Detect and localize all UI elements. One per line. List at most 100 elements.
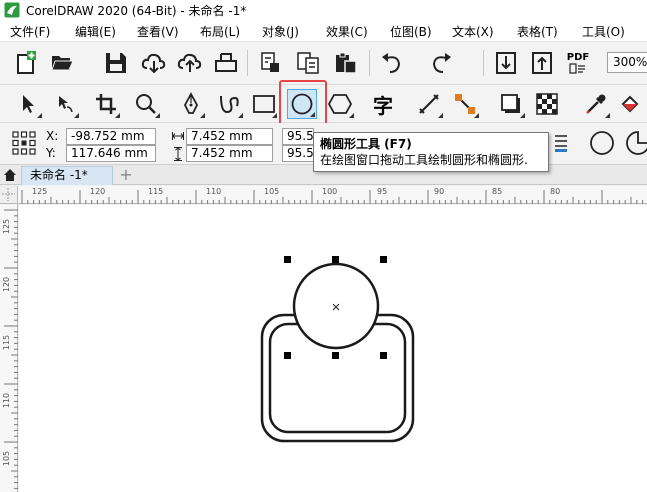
toolbar-separator <box>369 50 370 76</box>
menu-object[interactable]: 对象(J) <box>262 23 299 40</box>
menu-file[interactable]: 文件(F) <box>10 23 50 40</box>
rectangle-tool[interactable] <box>248 89 278 119</box>
menu-layout[interactable]: 布局(L) <box>200 23 240 40</box>
menu-view[interactable]: 查看(V) <box>137 23 179 40</box>
menu-edit[interactable]: 编辑(E) <box>75 23 116 40</box>
shape-tool-icon <box>59 96 73 113</box>
y-position-input[interactable]: 117.646 mm <box>66 145 156 162</box>
new-document-icon <box>17 51 36 74</box>
paste-button[interactable] <box>332 49 360 77</box>
cloud-upload-button[interactable] <box>176 49 204 77</box>
new-document-button[interactable] <box>12 49 40 77</box>
folder-icon <box>51 56 74 71</box>
connector-tool[interactable] <box>450 89 480 119</box>
undo-button[interactable] <box>377 49 405 77</box>
arrow-up-box-icon <box>532 52 552 74</box>
menu-bitmaps[interactable]: 位图(B) <box>390 23 432 40</box>
flyout-indicator-icon <box>115 113 120 118</box>
pdf-label: PDF <box>566 51 590 63</box>
export-button[interactable] <box>294 49 322 77</box>
height-icon <box>174 147 182 161</box>
menu-text[interactable]: 文本(X) <box>452 23 494 40</box>
selected-circle[interactable] <box>292 262 380 350</box>
scale-x-input[interactable]: 95.5 <box>282 128 314 145</box>
pdf-icon <box>569 62 585 74</box>
reference-point-icon[interactable] <box>12 131 36 155</box>
text-tool[interactable]: 字 <box>368 89 398 119</box>
import-button[interactable] <box>256 49 284 77</box>
flyout-indicator-icon <box>155 113 160 118</box>
ruler-origin-corner[interactable] <box>0 186 18 204</box>
document-tab[interactable]: 未命名 -1* <box>21 166 113 185</box>
flyout-indicator-icon <box>200 113 205 118</box>
flyout-indicator-icon <box>605 113 610 118</box>
redo-button[interactable] <box>428 49 456 77</box>
cloud-download-button[interactable] <box>140 49 168 77</box>
scale-y-input[interactable]: 95.5 <box>282 145 314 162</box>
ellipse-tool-highlight-frame <box>279 80 327 128</box>
checkerboard-icon <box>536 93 558 115</box>
width-icon <box>172 132 184 140</box>
home-icon <box>4 169 16 181</box>
publish-pdf-button[interactable]: PDF <box>564 49 592 77</box>
cloud-download-icon <box>141 53 166 74</box>
x-position-input[interactable]: -98.752 mm <box>66 128 156 145</box>
window-title: CorelDRAW 2020 (64-Bit) - 未命名 -1* <box>26 3 247 18</box>
pen-tool[interactable] <box>176 89 206 119</box>
ruler-v-label: 115 <box>2 334 12 351</box>
shape-tool[interactable] <box>50 89 80 119</box>
polygon-tool[interactable] <box>325 89 355 119</box>
ruler-v-label: 110 <box>2 392 12 409</box>
ruler-h-label: 110 <box>206 187 222 196</box>
open-button[interactable] <box>48 49 76 77</box>
flyout-indicator-icon <box>438 113 443 118</box>
ruler-h-label: 80 <box>550 187 561 196</box>
dimension-tool[interactable] <box>414 89 444 119</box>
x-label: X: <box>46 129 59 143</box>
pie-mode-icon <box>626 131 647 155</box>
menu-bar: 文件(F) 编辑(E) 查看(V) 布局(L) 对象(J) 效果(C) 位图(B… <box>0 20 647 42</box>
zoom-level-input[interactable]: 300% <box>607 52 647 73</box>
menu-table[interactable]: 表格(T) <box>517 23 558 40</box>
save-icon <box>106 53 126 73</box>
interactive-fill-tool[interactable] <box>615 89 645 119</box>
horizontal-ruler[interactable]: 125 120 115 110 105 100 95 90 85 80 <box>18 186 647 204</box>
flyout-indicator-icon <box>74 113 79 118</box>
print-button[interactable] <box>212 49 240 77</box>
drawing-canvas[interactable] <box>19 205 647 492</box>
ruler-h-label: 105 <box>264 187 280 196</box>
height-input[interactable]: 7.452 mm <box>186 145 273 162</box>
pie-mode-button[interactable] <box>624 129 647 157</box>
save-button[interactable] <box>102 49 130 77</box>
pick-tool[interactable] <box>13 89 43 119</box>
drop-shadow-tool[interactable] <box>496 89 526 119</box>
clipboard-icon <box>336 52 357 74</box>
arrow-cursor-icon <box>23 95 34 113</box>
coreldraw-window: CorelDRAW 2020 (64-Bit) - 未命名 -1* 文件(F) … <box>0 0 647 492</box>
crop-tool[interactable] <box>91 89 121 119</box>
welcome-home-tab[interactable] <box>0 165 20 185</box>
ellipse-tool-tooltip: 椭圆形工具 (F7) 在绘图窗口拖动工具绘制圆形和椭圆形. <box>313 132 549 172</box>
add-document-tab-button[interactable]: + <box>117 166 135 184</box>
ruler-origin-icon <box>2 188 15 201</box>
flyout-indicator-icon <box>474 113 479 118</box>
color-eyedropper-tool[interactable] <box>581 89 611 119</box>
menu-tools[interactable]: 工具(O) <box>582 23 625 40</box>
artistic-media-tool[interactable] <box>214 89 244 119</box>
flyout-indicator-icon <box>272 113 277 118</box>
cloud-upload-icon <box>177 53 202 72</box>
standard-toolbar: PDF <box>0 42 647 108</box>
ruler-v-label: 125 <box>2 218 12 235</box>
zoom-tool[interactable] <box>131 89 161 119</box>
vertical-ruler[interactable]: 125 120 115 110 105 <box>0 186 18 492</box>
width-input[interactable]: 7.452 mm <box>186 128 273 145</box>
import-down-button[interactable] <box>492 49 520 77</box>
flyout-indicator-icon <box>349 113 354 118</box>
menu-effects[interactable]: 效果(C) <box>326 23 368 40</box>
line-style-icon[interactable] <box>554 133 568 155</box>
toolbar-separator <box>483 50 484 76</box>
transparency-tool[interactable] <box>532 89 562 119</box>
ruler-h-label: 120 <box>90 187 106 196</box>
export-up-button[interactable] <box>528 49 556 77</box>
ellipse-mode-button[interactable] <box>588 129 616 157</box>
